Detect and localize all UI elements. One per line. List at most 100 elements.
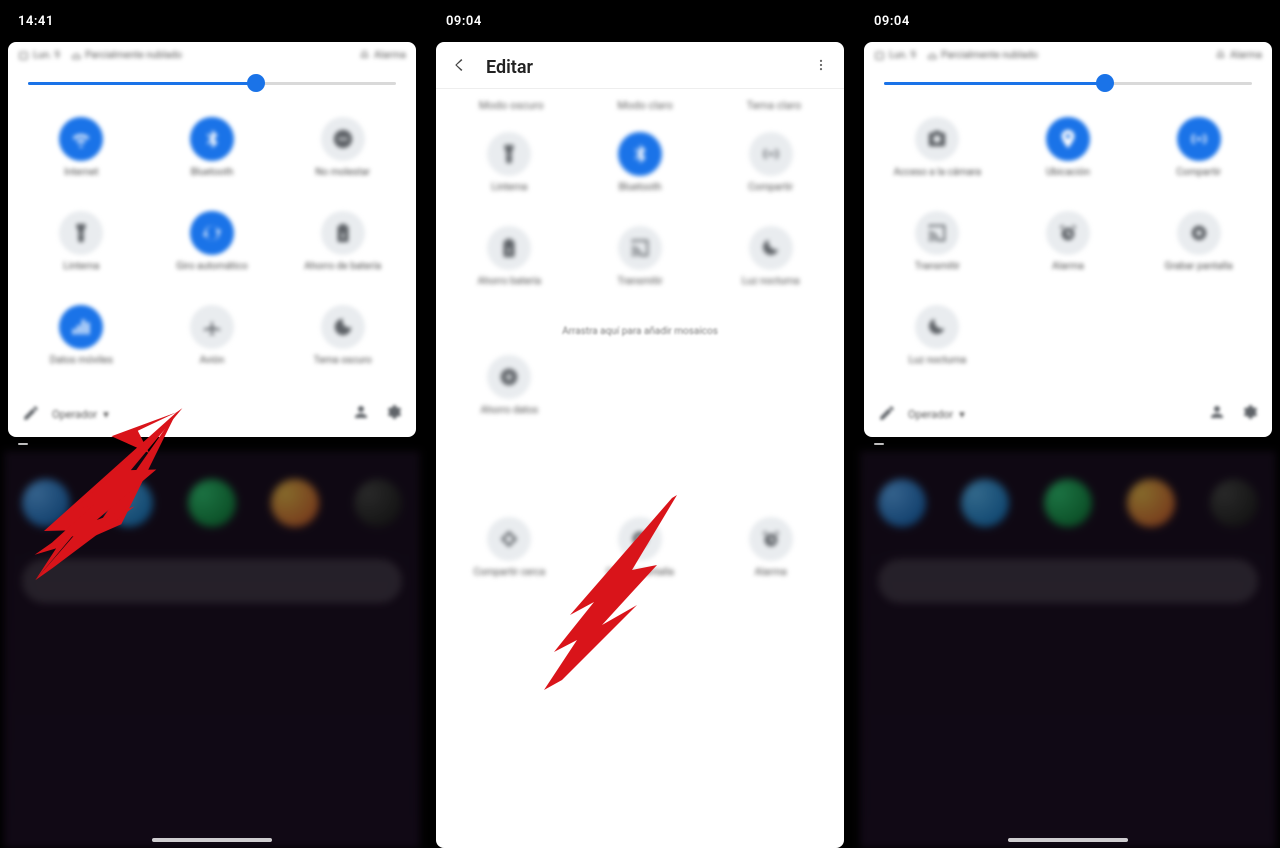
qs-tile-dark-theme[interactable]: Tema oscuro <box>277 299 408 385</box>
qs-tile-flashlight[interactable]: Linterna <box>444 126 575 212</box>
qs-tile-label: Compartir <box>748 182 793 204</box>
qs-editor-panel: Editar Modo oscuroModo claroTema claro L… <box>436 42 844 848</box>
qs-tile-mobile-data[interactable]: Datos móviles <box>16 299 147 385</box>
brightness-slider[interactable] <box>28 71 396 95</box>
qs-tile-screen-record[interactable]: Grabar pantalla <box>575 511 706 597</box>
cast-icon <box>915 211 959 255</box>
qs-tile-camera-access[interactable]: Acceso a la cámara <box>872 111 1003 197</box>
brightness-slider[interactable] <box>884 71 1252 95</box>
battery-icon <box>487 226 531 270</box>
camera-icon <box>915 117 959 161</box>
qs-tile-label: Grabar pantalla <box>1165 261 1233 283</box>
qs-tile-nearby[interactable]: Compartir cerca <box>444 511 575 597</box>
qs-tile-bluetooth[interactable]: Bluetooth <box>147 111 278 197</box>
drag-hint-text: Arrastra aquí para añadir mosaicos <box>436 316 844 343</box>
moon-icon <box>749 226 793 270</box>
battery-icon <box>321 211 365 255</box>
qs-tile-data-saver[interactable]: Ahorro datos <box>444 349 575 435</box>
hotspot-icon <box>1177 117 1221 161</box>
user-icon[interactable] <box>1208 403 1226 425</box>
date-chip: Lun. 9 <box>18 50 60 61</box>
overflow-menu-icon[interactable] <box>812 56 830 78</box>
qs-tile-wifi[interactable]: Internet <box>16 111 147 197</box>
qs-tile-label: Datos móviles <box>50 355 113 377</box>
status-clock: 14:41 <box>18 14 54 29</box>
qs-tile-grid-available-2: Compartir cerca Grabar pantallaAlarma <box>436 505 844 607</box>
hotspot-icon <box>749 132 793 176</box>
bell-icon <box>359 50 370 61</box>
qs-tile-label: Internet <box>64 167 98 189</box>
qs-tile-label: Avión <box>200 355 225 377</box>
qs-tile-label: Giro automático <box>176 261 247 283</box>
qs-tile-label: Alarma <box>1052 261 1084 283</box>
drag-handle[interactable] <box>860 437 1276 451</box>
qs-tile-cast[interactable]: Transmitir <box>575 220 706 306</box>
carrier-label: Operador ▾ <box>52 408 109 421</box>
quick-settings-panel: Lun. 9 Parcialmente nublado Alarma Acces… <box>864 42 1272 437</box>
qs-tile-label: Compartir <box>1176 167 1221 189</box>
cast-icon <box>618 226 662 270</box>
qs-tile-battery-saver[interactable]: Ahorro batería <box>444 220 575 306</box>
messages-app-icon <box>961 479 1009 527</box>
editor-tab[interactable]: Modo oscuro <box>479 99 544 112</box>
qs-tile-flashlight[interactable]: Linterna <box>16 205 147 291</box>
qs-tile-alarm[interactable]: Alarma <box>1003 205 1134 291</box>
qs-tile-label: Linterna <box>63 261 99 283</box>
qs-tile-night-light[interactable]: Luz nocturna <box>872 299 1003 385</box>
datasaver-icon <box>487 355 531 399</box>
user-icon[interactable] <box>352 403 370 425</box>
qs-tile-battery-saver[interactable]: Ahorro de batería <box>277 205 408 291</box>
qs-tile-bluetooth[interactable]: Bluetooth <box>575 126 706 212</box>
qs-tile-label: Compartir cerca <box>473 567 545 589</box>
flashlight-icon <box>487 132 531 176</box>
calendar-icon <box>874 50 885 61</box>
edit-icon[interactable] <box>22 404 40 425</box>
bluetooth-icon <box>618 132 662 176</box>
signal-icon <box>59 305 103 349</box>
qs-tile-rotation[interactable]: Giro automático <box>147 205 278 291</box>
bluetooth-icon <box>190 117 234 161</box>
search-pill <box>22 559 402 603</box>
qs-tile-hotspot[interactable]: Compartir <box>1133 111 1264 197</box>
date-chip: Lun. 9 <box>874 50 916 61</box>
weather-chip: Parcialmente nublado <box>926 50 1038 61</box>
brightness-slider-row <box>864 65 1272 105</box>
back-icon[interactable] <box>450 56 468 78</box>
qs-tile-label: Transmitir <box>915 261 960 283</box>
chrome-app-icon <box>271 479 319 527</box>
qs-tile-label: Bluetooth <box>191 167 234 189</box>
calendar-icon <box>18 50 29 61</box>
alarm-chip: Alarma <box>1215 50 1262 61</box>
qs-tile-label: Linterna <box>491 182 527 204</box>
alarm-icon <box>1046 211 1090 255</box>
editor-tab[interactable]: Tema claro <box>747 99 802 112</box>
flashlight-icon <box>59 211 103 255</box>
qs-tile-grid: Internet Bluetooth No molestar Linterna Giro… <box>8 105 416 395</box>
qs-tile-location[interactable]: Ubicación <box>1003 111 1134 197</box>
darkmode-icon <box>321 305 365 349</box>
edit-icon[interactable] <box>878 404 896 425</box>
drag-handle[interactable] <box>4 437 420 451</box>
settings-icon[interactable] <box>384 403 402 425</box>
qs-tile-screen-record[interactable]: Grabar pantalla <box>1133 205 1264 291</box>
qs-tile-airplane[interactable]: Avión <box>147 299 278 385</box>
qs-tile-label: Bluetooth <box>619 182 662 204</box>
phone-screenshot-2: 09:04 Editar Modo oscuroModo claroTema c… <box>428 0 852 848</box>
qs-tile-grid-available-1: Ahorro datos <box>436 343 844 445</box>
search-pill <box>878 559 1258 603</box>
record-icon <box>1177 211 1221 255</box>
qs-tile-night-light[interactable]: Luz nocturna <box>705 220 836 306</box>
editor-tab[interactable]: Modo claro <box>617 99 672 112</box>
qs-tile-hotspot[interactable]: Compartir <box>705 126 836 212</box>
carrier-label: Operador ▾ <box>908 408 965 421</box>
camera-app-icon <box>1210 479 1258 527</box>
qs-tile-dnd[interactable]: No molestar <box>277 111 408 197</box>
qs-tile-cast[interactable]: Transmitir <box>872 205 1003 291</box>
qs-tile-label: Ubicación <box>1046 167 1090 189</box>
qs-tile-alarm[interactable]: Alarma <box>705 511 836 597</box>
alarm-icon <box>749 517 793 561</box>
messages-app-icon <box>105 479 153 527</box>
settings-icon[interactable] <box>1240 403 1258 425</box>
qs-tile-label: Luz nocturna <box>908 355 966 377</box>
phone-app-icon <box>22 479 70 527</box>
